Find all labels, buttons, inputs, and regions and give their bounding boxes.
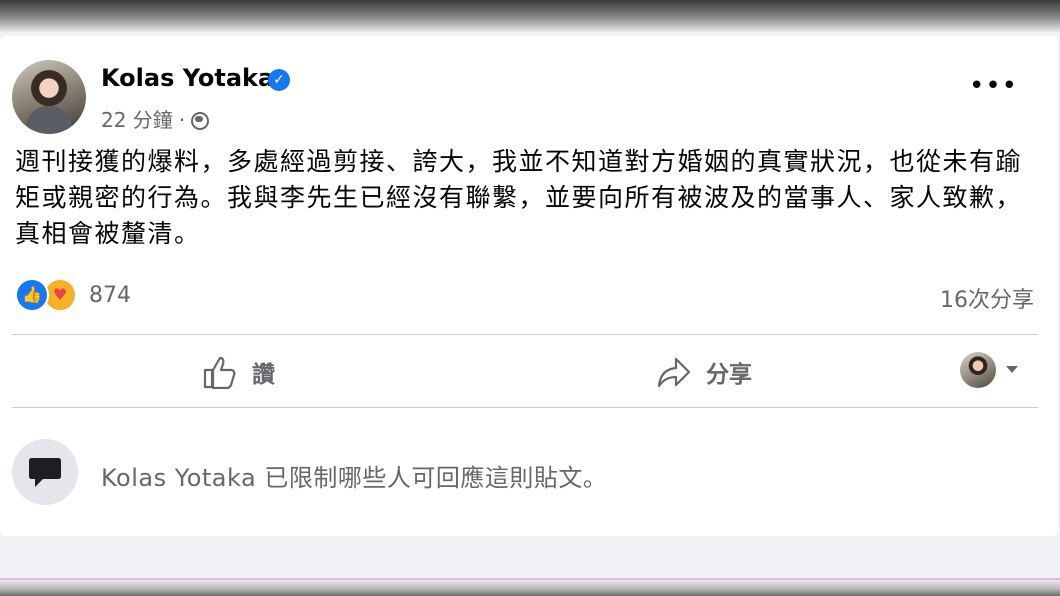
like-button[interactable]: 讚 (202, 348, 275, 396)
bottom-frame-strip (0, 578, 1060, 596)
reaction-count: 874 (89, 282, 131, 308)
meta-separator: · (178, 108, 186, 132)
author-avatar[interactable] (12, 60, 86, 134)
share-label: 分享 (706, 362, 752, 388)
share-arrow-icon (657, 357, 691, 388)
globe-icon (191, 112, 210, 130)
divider-top (12, 334, 1038, 335)
thumbs-up-icon (203, 356, 236, 389)
reactions-summary[interactable]: 👍 ♥ 874 (15, 278, 131, 312)
more-options-icon[interactable]: ••• (969, 73, 1018, 99)
verified-badge-icon: ✓ (268, 69, 290, 91)
share-button[interactable]: 分享 (656, 348, 752, 396)
post-card: Kolas Yotaka ✓ 22 分鐘 · ••• 週刊接獲的爆料，多處經過剪接… (0, 36, 1058, 536)
like-label: 讚 (252, 362, 275, 388)
post-meta: 22 分鐘 · (101, 104, 210, 133)
post-timestamp[interactable]: 22 分鐘 (101, 108, 173, 132)
divider-bottom (12, 407, 1038, 408)
caret-down-icon[interactable] (1006, 366, 1018, 373)
viewer-avatar[interactable] (960, 352, 996, 388)
author-name[interactable]: Kolas Yotaka (101, 64, 274, 92)
like-reaction-icon: 👍 (15, 278, 49, 312)
comments-restricted-notice: Kolas Yotaka 已限制哪些人可回應這則貼文。 (101, 464, 608, 492)
post-body-text: 週刊接獲的爆料，多處經過剪接、誇大，我並不知道對方婚姻的真實狀況，也從未有踰矩或… (15, 147, 1023, 248)
comment-restricted-icon (12, 439, 78, 505)
share-count[interactable]: 16次分享 (940, 282, 1034, 314)
top-frame-strip (0, 0, 1060, 32)
